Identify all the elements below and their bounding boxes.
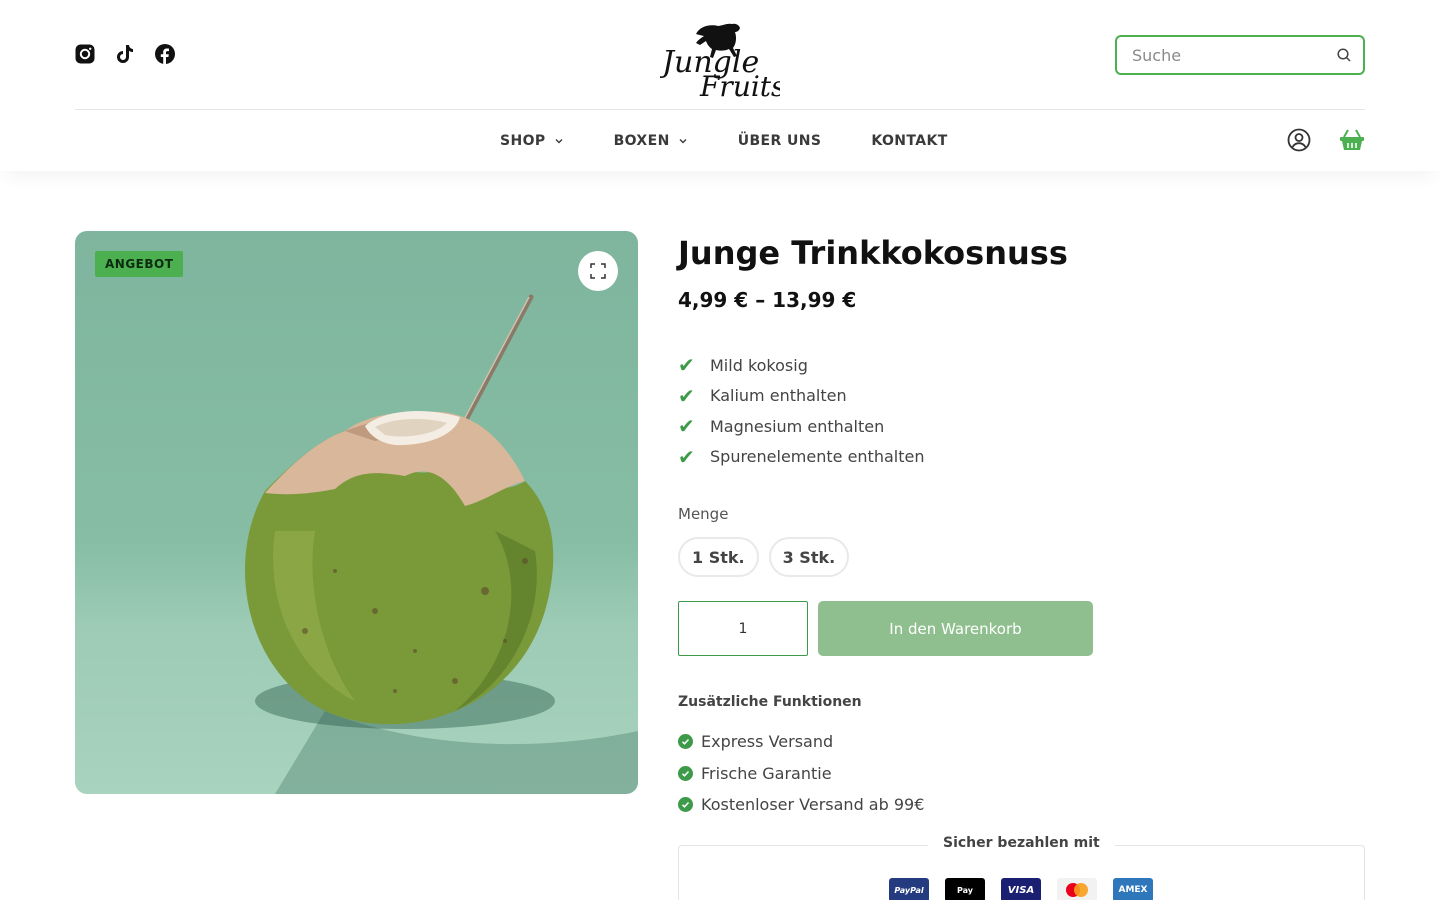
product-title: Junge Trinkkokosnuss xyxy=(678,234,1068,272)
nav-label: ÜBER UNS xyxy=(737,133,822,149)
visa-icon: VISA xyxy=(1001,878,1041,900)
paypal-icon: PayPal xyxy=(889,878,929,900)
checkmark-icon: ✔ xyxy=(678,383,695,408)
extra-features-title: Zusätzliche Funktionen xyxy=(678,694,862,710)
list-item: Express Versand xyxy=(678,726,924,758)
expand-icon xyxy=(590,263,606,279)
payment-title: Sicher bezahlen mit xyxy=(928,835,1115,851)
facebook-icon[interactable] xyxy=(155,44,175,64)
chevron-down-icon xyxy=(679,139,687,144)
variant-1-stk[interactable]: 1 Stk. xyxy=(678,537,759,577)
list-item: Frische Garantie xyxy=(678,758,924,790)
checkmark-icon: ✔ xyxy=(678,414,695,439)
coconut-image xyxy=(245,294,638,794)
feature-text: Mild kokosig xyxy=(710,355,808,375)
checkmark-icon: ✔ xyxy=(678,444,695,469)
feature-list: ✔ Mild kokosig ✔ Kalium enthalten ✔ Magnesi… xyxy=(678,350,924,472)
nav-label: KONTAKT xyxy=(871,133,948,149)
feature-text: Spurenelemente enthalten xyxy=(710,447,925,467)
extra-text: Express Versand xyxy=(701,732,834,752)
nav-label: BOXEN xyxy=(613,133,670,149)
search-box xyxy=(1115,35,1365,75)
extra-text: Kostenloser Versand ab 99€ xyxy=(701,795,925,815)
feature-text: Magnesium enthalten xyxy=(710,416,885,436)
tiktok-icon[interactable] xyxy=(115,44,135,64)
search-input[interactable] xyxy=(1132,37,1332,73)
instagram-icon[interactable] xyxy=(75,44,95,64)
extra-features-list: Express Versand Frische Garantie Kostenl… xyxy=(678,726,924,821)
header-top: Jungle Fruits xyxy=(75,0,1365,110)
quantity-variant-label: Menge xyxy=(678,505,729,523)
product-image[interactable]: ANGEBOT xyxy=(75,231,638,794)
checkmark-icon: ✔ xyxy=(678,353,695,378)
basket-icon[interactable] xyxy=(1339,128,1365,152)
variant-3-stk[interactable]: 3 Stk. xyxy=(768,537,850,577)
chevron-down-icon xyxy=(555,139,563,144)
nav-item-boxen[interactable]: BOXEN xyxy=(614,133,688,149)
logo-text-fruits: Fruits xyxy=(699,70,780,98)
site-logo[interactable]: Jungle Fruits xyxy=(656,14,785,103)
qty-value[interactable]: 1 xyxy=(739,621,748,637)
variant-options: 1 Stk. 3 Stk. xyxy=(678,537,850,577)
apple-pay-label: Pay xyxy=(956,885,973,895)
nav-item-kontakt[interactable]: KONTAKT xyxy=(871,133,947,149)
list-item: Kostenloser Versand ab 99€ xyxy=(678,789,924,821)
user-icon[interactable] xyxy=(1287,128,1311,152)
sale-badge: ANGEBOT xyxy=(95,251,184,277)
mastercard-icon xyxy=(1057,878,1097,900)
payment-icons: PayPal Pay VISA AMEX xyxy=(889,878,1153,900)
check-circle-icon xyxy=(678,734,693,750)
zoom-button[interactable] xyxy=(578,251,618,291)
product-price: 4,99 € – 13,99 € xyxy=(678,288,857,312)
apple-pay-icon: Pay xyxy=(945,878,985,900)
list-item: ✔ Mild kokosig xyxy=(678,350,924,381)
social-links xyxy=(75,44,175,64)
quantity-stepper: 1 xyxy=(678,601,808,656)
list-item: ✔ Magnesium enthalten xyxy=(678,411,924,442)
check-circle-icon xyxy=(678,765,693,781)
main-nav: SHOP BOXEN ÜBER UNS KONTAKT xyxy=(0,111,1440,171)
list-item: ✔ Kalium enthalten xyxy=(678,381,924,412)
check-circle-icon xyxy=(678,797,693,813)
extra-text: Frische Garantie xyxy=(701,763,832,783)
nav-label: SHOP xyxy=(500,133,546,149)
feature-text: Kalium enthalten xyxy=(710,386,847,406)
search-icon[interactable] xyxy=(1337,48,1351,62)
add-to-cart-button[interactable]: In den Warenkorb xyxy=(818,601,1093,656)
list-item: ✔ Spurenelemente enthalten xyxy=(678,442,924,473)
nav-item-shop[interactable]: SHOP xyxy=(500,133,564,149)
amex-icon: AMEX xyxy=(1113,878,1153,900)
nav-item-ueber-uns[interactable]: ÜBER UNS xyxy=(738,133,822,149)
